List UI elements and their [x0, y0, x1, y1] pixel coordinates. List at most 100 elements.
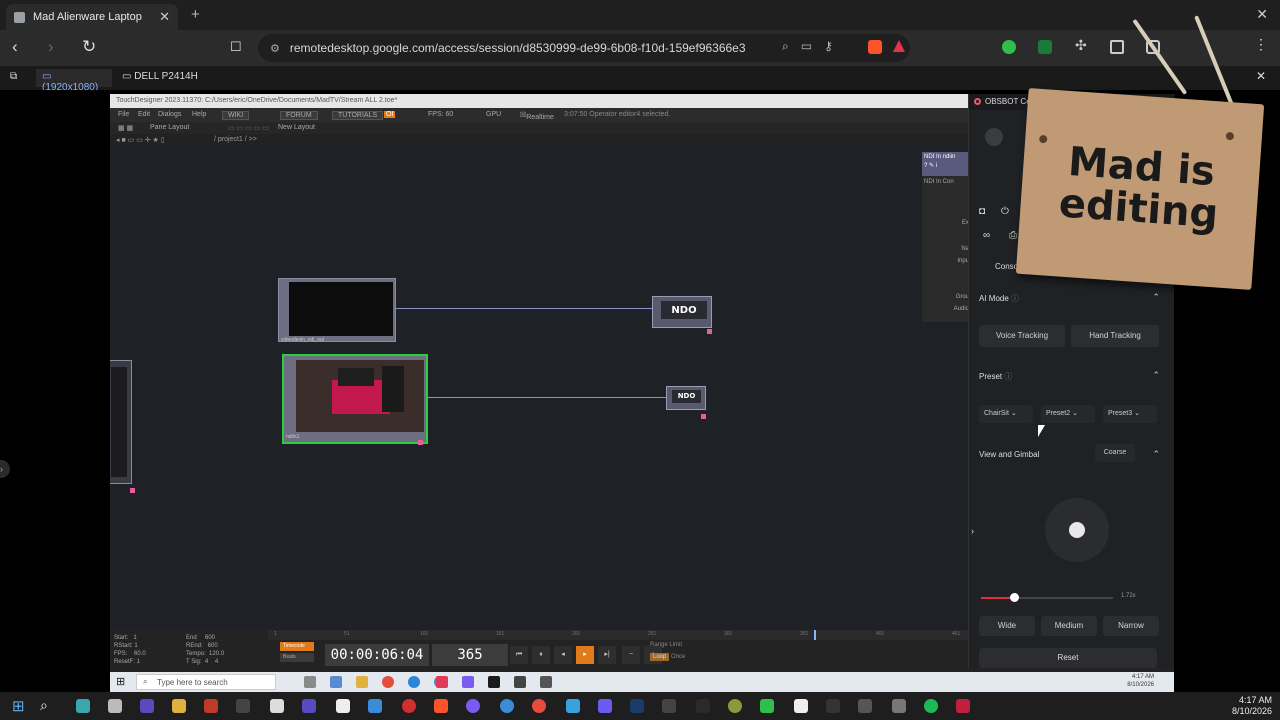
- app-icon[interactable]: [330, 676, 342, 688]
- app-icon[interactable]: [466, 699, 480, 713]
- menu-edit[interactable]: Edit: [138, 111, 150, 118]
- file-explorer-icon[interactable]: [172, 699, 186, 713]
- preset-3-select[interactable]: Preset3 ⌄: [1103, 405, 1157, 423]
- extension-green-icon[interactable]: [1002, 40, 1016, 54]
- brave-icon[interactable]: [434, 699, 448, 713]
- windows-start-icon[interactable]: ⊞: [116, 675, 125, 688]
- app-icon[interactable]: [236, 699, 250, 713]
- timecode-toggle[interactable]: Timecode: [280, 642, 314, 651]
- obsbot-icon[interactable]: [436, 676, 448, 688]
- app-icon[interactable]: [336, 699, 350, 713]
- app-icon[interactable]: [368, 699, 382, 713]
- file-explorer-icon[interactable]: [356, 676, 368, 688]
- password-key-icon[interactable]: ⚷: [824, 39, 833, 54]
- browser-tab[interactable]: Mad Alienware Laptop ✕: [6, 4, 178, 30]
- photoshop-icon[interactable]: [630, 699, 644, 713]
- ndi-in-output-icon[interactable]: [418, 440, 423, 445]
- app-icon[interactable]: [108, 699, 122, 713]
- reset-button[interactable]: Reset: [979, 648, 1157, 668]
- side-panel-toggle-icon[interactable]: ›: [0, 460, 10, 478]
- windows-start-icon[interactable]: ⊞: [12, 697, 25, 715]
- forward-button[interactable]: ›: [48, 37, 54, 57]
- app-purple-icon[interactable]: [462, 676, 474, 688]
- chevron-up-icon[interactable]: ⌃: [1152, 292, 1160, 303]
- printer-icon[interactable]: ⎙: [1009, 230, 1017, 241]
- app-icon[interactable]: [204, 699, 218, 713]
- fov-narrow-button[interactable]: Narrow: [1103, 616, 1159, 636]
- remote-menu-icon[interactable]: ⧉: [10, 71, 17, 82]
- app-icon[interactable]: [500, 699, 514, 713]
- path-nav-icons[interactable]: ◂ ■ ▭ ▭ ✛ ★ ▯: [116, 136, 165, 144]
- edge-icon[interactable]: [408, 676, 420, 688]
- ndi-out-2-output-icon[interactable]: [701, 414, 706, 419]
- menu-icon[interactable]: ⋮: [1254, 36, 1268, 52]
- network-path[interactable]: / project1 / >>: [214, 136, 257, 143]
- menu-help[interactable]: Help: [192, 111, 206, 118]
- avatar[interactable]: [985, 128, 1003, 146]
- ndi-panel-tab[interactable]: NDI In Con: [924, 179, 954, 185]
- minus-button[interactable]: −: [622, 646, 640, 664]
- search-icon[interactable]: ⌕: [40, 697, 48, 714]
- window-close-button[interactable]: ✕: [1256, 6, 1268, 23]
- ndi-out-node-1[interactable]: NDO: [652, 296, 712, 328]
- back-button[interactable]: ‹: [12, 37, 18, 57]
- link-icon[interactable]: ∞: [983, 230, 990, 241]
- rewards-icon[interactable]: [893, 40, 905, 52]
- remote-close-button[interactable]: ✕: [1256, 69, 1266, 83]
- ndi-parameter-panel[interactable]: NDI In ndiin ? ✎ i NDI In Con Ex Na Inpu…: [922, 152, 970, 322]
- tutorials-button[interactable]: TUTORIALS: [332, 111, 384, 120]
- rewind-button[interactable]: ⏮: [510, 646, 528, 664]
- coarse-toggle[interactable]: Coarse: [1095, 444, 1135, 462]
- touchdesigner-icon[interactable]: [540, 676, 552, 688]
- frame-display[interactable]: 365: [432, 644, 508, 666]
- extension-puzzle-app-icon[interactable]: [1038, 40, 1052, 54]
- app-icon[interactable]: [302, 699, 316, 713]
- remote-clock[interactable]: 4:17 AM 8/10/2026: [1127, 673, 1154, 689]
- voice-tracking-button[interactable]: Voice Tracking: [979, 325, 1065, 347]
- video-device-node[interactable]: videodevin_ndi_out: [278, 278, 396, 343]
- snapshot-icon[interactable]: ◘: [979, 206, 985, 217]
- pane-layout-label[interactable]: Pane Layout: [150, 124, 189, 131]
- zoom-slider[interactable]: [981, 593, 1113, 602]
- pause-button[interactable]: ⏸: [532, 646, 550, 664]
- beats-toggle[interactable]: Beats: [280, 653, 314, 662]
- expand-arrow-icon[interactable]: ›: [971, 526, 974, 536]
- cast-icon[interactable]: ▭: [801, 39, 812, 54]
- preset-2-select[interactable]: Preset2 ⌄: [1041, 405, 1095, 423]
- chrome-icon[interactable]: [382, 676, 394, 688]
- realtime-checkbox[interactable]: ☒ Realtime: [520, 111, 554, 121]
- menu-dialogs[interactable]: Dialogs: [158, 111, 181, 118]
- layout-presets-icon[interactable]: ▭ ▭ ▭ ▭ ▭: [228, 124, 269, 132]
- timecode-display[interactable]: 00:00:06:04: [325, 644, 429, 666]
- app-icon[interactable]: [956, 699, 970, 713]
- info-icon[interactable]: ⓘ: [1011, 294, 1019, 303]
- app-icon[interactable]: [794, 699, 808, 713]
- zoom-value[interactable]: 1.72x: [1121, 593, 1136, 599]
- app-icon[interactable]: [566, 699, 580, 713]
- loop-label[interactable]: Loop: [650, 653, 670, 661]
- menu-file[interactable]: File: [118, 111, 129, 118]
- app-icon[interactable]: [858, 699, 872, 713]
- sidebar-icon[interactable]: [1110, 40, 1124, 54]
- joystick-knob[interactable]: [1069, 522, 1085, 538]
- brave-shield-icon[interactable]: [868, 40, 882, 54]
- fov-medium-button[interactable]: Medium: [1041, 616, 1097, 636]
- app-icon[interactable]: [760, 699, 774, 713]
- app-icon[interactable]: [402, 699, 416, 713]
- tab-close-icon[interactable]: ✕: [159, 9, 170, 25]
- extensions-icon[interactable]: ✣: [1075, 37, 1089, 53]
- app-icon[interactable]: [140, 699, 154, 713]
- task-view-icon[interactable]: [304, 676, 316, 688]
- forum-button[interactable]: FORUM: [280, 111, 318, 120]
- spotify-icon[interactable]: [924, 699, 938, 713]
- new-layout-label[interactable]: New Layout: [278, 124, 315, 131]
- host-clock[interactable]: 4:17 AM 8/10/2026: [1232, 695, 1272, 717]
- monitor-tab-dell[interactable]: ▭ DELL P2414H: [122, 71, 198, 82]
- ndi-out-node-2[interactable]: NDO: [666, 386, 706, 410]
- settings-icon[interactable]: [514, 676, 526, 688]
- reload-button[interactable]: ↻: [82, 37, 96, 57]
- playhead[interactable]: [814, 630, 816, 640]
- bookmark-icon[interactable]: ☐: [230, 39, 242, 55]
- app-dark-icon[interactable]: [488, 676, 500, 688]
- chrome-icon[interactable]: [532, 699, 546, 713]
